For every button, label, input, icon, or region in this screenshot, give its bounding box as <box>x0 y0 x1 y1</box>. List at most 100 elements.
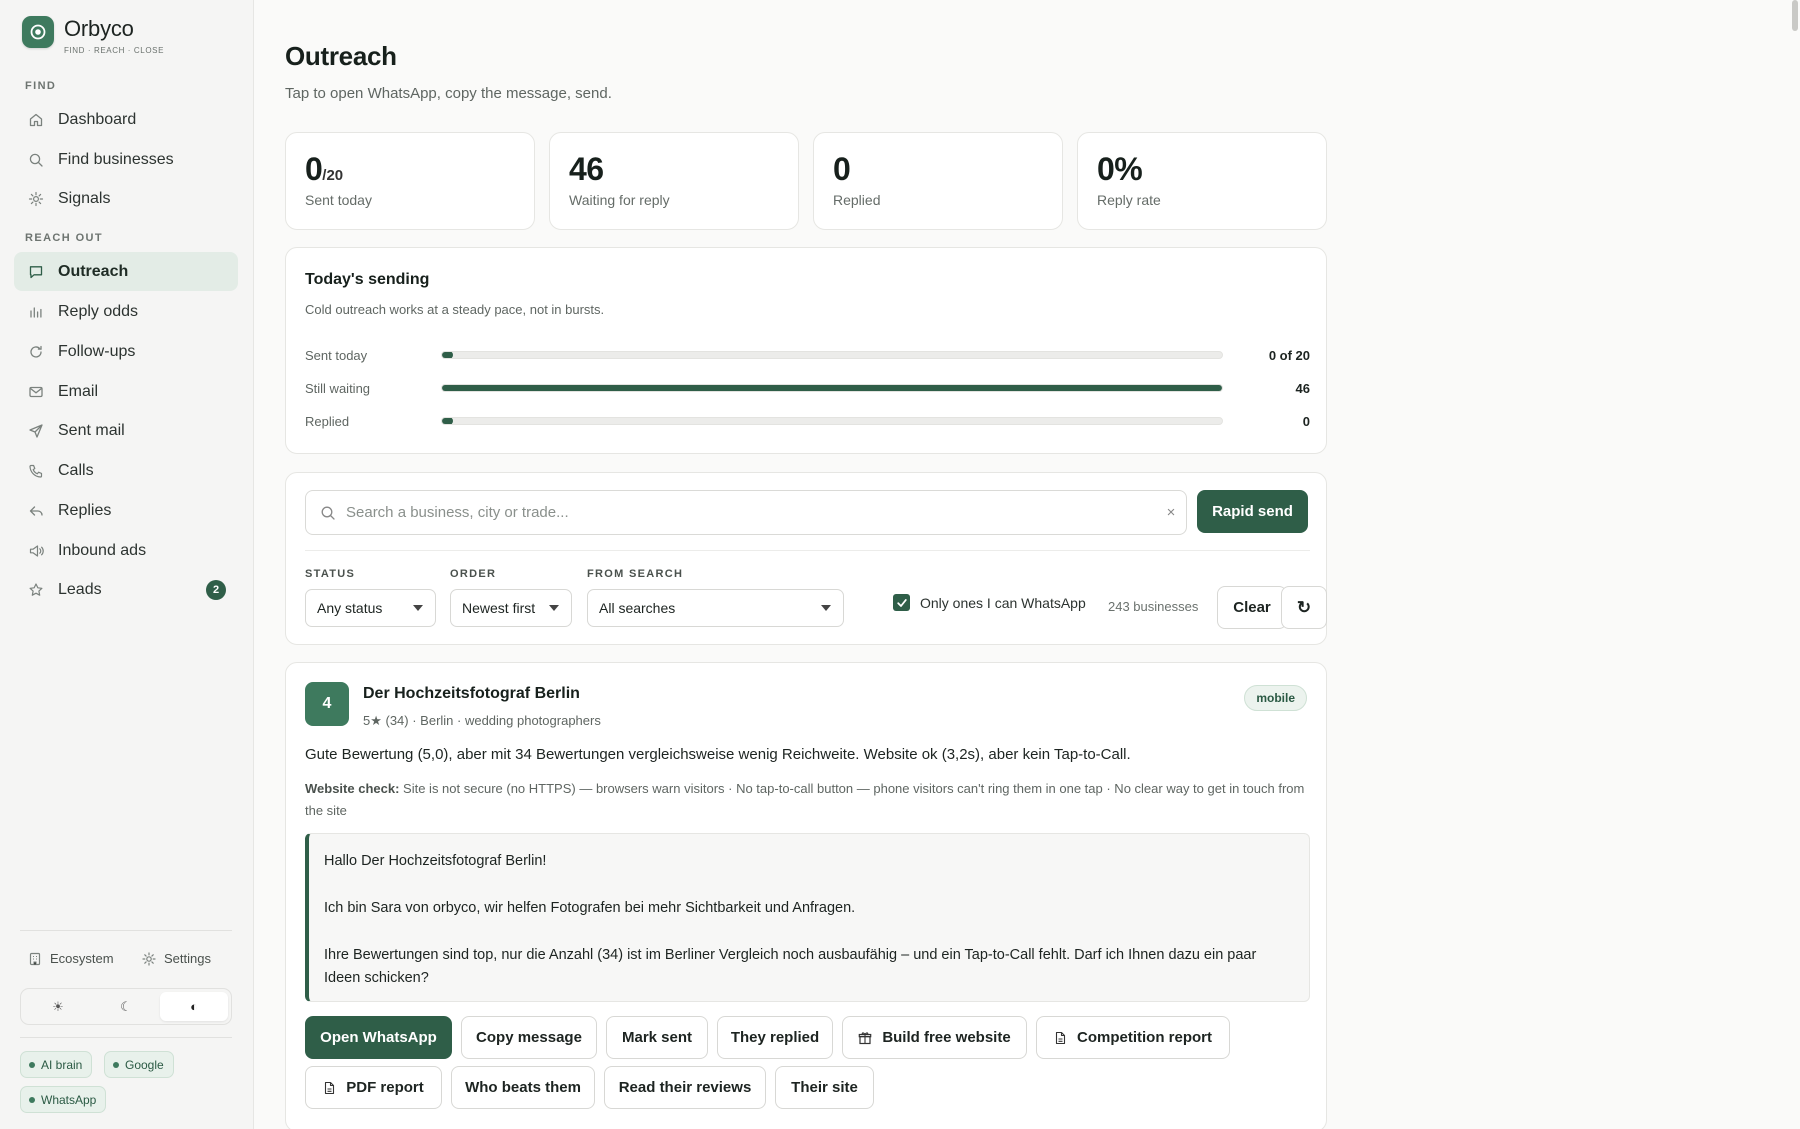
progress-fill <box>442 385 1222 391</box>
sidebar-item-email[interactable]: Email <box>14 372 238 411</box>
todays-sending-card: Today's sending Cold outreach works at a… <box>285 247 1327 454</box>
build-free-website-button[interactable]: Build free website <box>842 1016 1027 1059</box>
contrast-icon[interactable]: ◐ <box>160 992 228 1021</box>
from-search-select-value: All searches <box>599 600 676 616</box>
send-icon <box>28 423 44 439</box>
page-title: Outreach <box>285 41 397 71</box>
stat-card-replied: 0 Replied <box>813 132 1063 230</box>
sidebar-item-label: Outreach <box>58 262 129 280</box>
search-box: × <box>305 490 1187 535</box>
chevron-down-icon <box>549 605 559 611</box>
sidebar-item-sent-mail[interactable]: Sent mail <box>14 411 238 450</box>
device-tag: mobile <box>1244 685 1307 711</box>
sidebar-item-label: Email <box>58 382 99 400</box>
chip-label: Google <box>125 1057 164 1072</box>
moon-icon[interactable]: ☾ <box>92 992 160 1021</box>
refresh-button[interactable]: ↻ <box>1281 586 1327 629</box>
megaphone-icon <box>28 543 44 559</box>
phone-icon <box>28 463 44 479</box>
filters-card: × Rapid send STATUS Any status ORDER New… <box>285 472 1327 645</box>
read-their-reviews-button[interactable]: Read their reviews <box>604 1066 766 1109</box>
stat-card-sent-today: 0/20 Sent today <box>285 132 535 230</box>
sidebar-divider <box>20 1037 232 1038</box>
theme-switch: ☀ ☾ ◐ <box>20 988 232 1025</box>
competition-report-button[interactable]: Competition report <box>1036 1016 1230 1059</box>
orbit-logo-icon <box>22 16 54 48</box>
website-check-text: Site is not secure (no HTTPS) — browsers… <box>305 781 1305 818</box>
stat-value: 0/20 <box>305 151 344 187</box>
clear-search-icon[interactable]: × <box>1156 504 1186 521</box>
sending-description: Cold outreach works at a steady pace, no… <box>305 302 605 317</box>
message-line: Hallo Der Hochzeitsfotograf Berlin! <box>324 853 547 869</box>
sidebar-item-outreach[interactable]: Outreach <box>14 252 238 291</box>
business-count: 243 businesses <box>1108 599 1199 614</box>
from-search-filter-label: FROM SEARCH <box>587 568 684 580</box>
search-icon <box>28 152 44 168</box>
clear-filters-button[interactable]: Clear <box>1217 586 1287 629</box>
scrollbar-thumb[interactable] <box>1792 0 1798 31</box>
progress-fill <box>442 352 453 358</box>
order-select[interactable]: Newest first <box>450 589 572 627</box>
order-select-value: Newest first <box>462 600 536 616</box>
sidebar-item-find-businesses[interactable]: Find businesses <box>14 140 238 179</box>
refresh-icon: ↻ <box>1296 597 1312 617</box>
chip-label: WhatsApp <box>41 1092 97 1107</box>
chip-label: AI brain <box>41 1057 83 1072</box>
status-chip-ai-brain: AI brain <box>20 1051 93 1078</box>
whatsapp-only-checkbox[interactable] <box>893 594 910 611</box>
they-replied-button[interactable]: They replied <box>717 1016 833 1059</box>
nav-section-find: FIND <box>25 80 57 92</box>
business-name[interactable]: Der Hochzeitsfotograf Berlin <box>363 685 580 703</box>
sidebar-item-dashboard[interactable]: Dashboard <box>14 100 238 139</box>
mail-icon <box>28 384 44 400</box>
nav-section-reach-out: REACH OUT <box>25 232 103 244</box>
filters-divider <box>305 550 1310 551</box>
ecosystem-label: Ecosystem <box>50 951 114 966</box>
settings-link[interactable]: Settings <box>142 951 211 966</box>
who-beats-them-button[interactable]: Who beats them <box>451 1066 595 1109</box>
page-subtitle: Tap to open WhatsApp, copy the message, … <box>285 85 612 102</box>
sidebar-item-calls[interactable]: Calls <box>14 451 238 490</box>
progress-track <box>441 351 1223 359</box>
their-site-button[interactable]: Their site <box>775 1066 874 1109</box>
ecosystem-link[interactable]: Ecosystem <box>28 951 114 966</box>
progress-value: 0 <box>1302 413 1310 429</box>
stat-label: Sent today <box>305 192 372 208</box>
status-chip-google: Google <box>104 1051 174 1078</box>
sidebar-item-label: Reply odds <box>58 302 139 320</box>
sidebar-item-follow-ups[interactable]: Follow-ups <box>14 332 238 371</box>
progress-track <box>441 417 1223 425</box>
from-search-select[interactable]: All searches <box>587 589 844 627</box>
sidebar-item-signals[interactable]: Signals <box>14 179 238 218</box>
sun-icon[interactable]: ☀ <box>24 992 92 1021</box>
order-filter-label: ORDER <box>450 568 497 580</box>
sidebar-item-leads[interactable]: Leads 2 <box>14 570 238 609</box>
checkmark-icon <box>896 598 907 607</box>
building-icon <box>28 952 42 966</box>
stat-value: 0% <box>1097 151 1143 187</box>
mark-sent-button[interactable]: Mark sent <box>606 1016 708 1059</box>
whatsapp-only-label[interactable]: Only ones I can WhatsApp <box>920 595 1086 611</box>
sidebar-item-label: Follow-ups <box>58 342 136 360</box>
progress-value: 0 of 20 <box>1268 347 1310 363</box>
home-icon <box>28 112 44 128</box>
sidebar: Orbyco FIND · REACH · CLOSE FIND Dashboa… <box>0 0 254 1129</box>
progress-label: Still waiting <box>305 380 371 396</box>
pdf-report-button[interactable]: PDF report <box>305 1066 442 1109</box>
sidebar-item-reply-odds[interactable]: Reply odds <box>14 292 238 331</box>
copy-message-button[interactable]: Copy message <box>461 1016 597 1059</box>
chevron-down-icon <box>821 605 831 611</box>
open-whatsapp-button[interactable]: Open WhatsApp <box>305 1016 452 1059</box>
sidebar-item-label: Find businesses <box>58 150 174 168</box>
progress-label: Replied <box>305 413 350 429</box>
status-dot <box>113 1061 119 1068</box>
rapid-send-button[interactable]: Rapid send <box>1197 490 1308 533</box>
sidebar-item-label: Replies <box>58 501 112 519</box>
brand-name: Orbyco <box>64 16 134 41</box>
sidebar-item-inbound-ads[interactable]: Inbound ads <box>14 531 238 570</box>
sidebar-item-replies[interactable]: Replies <box>14 491 238 530</box>
brand[interactable]: Orbyco FIND · REACH · CLOSE <box>22 16 164 55</box>
search-input[interactable] <box>346 504 1156 521</box>
status-select[interactable]: Any status <box>305 589 436 627</box>
progress-row-waiting: Still waiting 46 <box>305 380 1310 396</box>
